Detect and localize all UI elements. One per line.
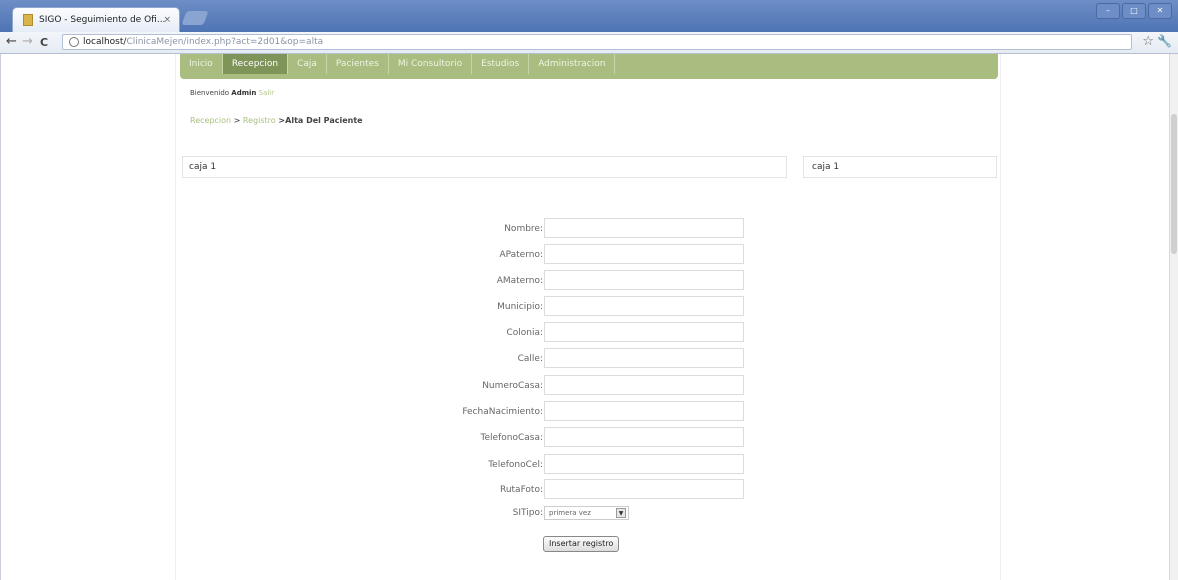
main-menu: Inicio Recepcion Caja Pacientes Mi Consu… xyxy=(180,54,998,79)
page-favicon-icon xyxy=(23,14,33,26)
label-municipio: Municipio: xyxy=(497,302,543,312)
page-info-icon xyxy=(69,37,79,47)
input-fechanacimiento[interactable] xyxy=(544,401,744,421)
input-numerocasa[interactable] xyxy=(544,375,744,395)
url-host: localhost/ xyxy=(83,37,127,47)
tab-close-icon[interactable]: × xyxy=(163,15,171,25)
bookmark-star-icon[interactable]: ☆ xyxy=(1142,34,1154,49)
welcome-line: Bienvenido Admin Salir xyxy=(190,89,274,97)
label-telefonocasa: TelefonoCasa: xyxy=(480,433,543,443)
input-telefonocel[interactable] xyxy=(544,454,744,474)
menu-item-recepcion[interactable]: Recepcion xyxy=(222,54,289,74)
input-calle[interactable] xyxy=(544,348,744,368)
menu-item-caja[interactable]: Caja xyxy=(288,54,327,74)
menu-item-inicio[interactable]: Inicio xyxy=(180,54,223,74)
form-row-nombre: Nombre: xyxy=(176,218,1002,238)
tab-title: SIGO - Seguimiento de Ofi... xyxy=(39,15,166,25)
form-row-apaterno: APaterno: xyxy=(176,244,1002,264)
label-fechanacimiento: FechaNacimiento: xyxy=(462,407,543,417)
breadcrumb-current: >Alta Del Paciente xyxy=(275,116,363,125)
form-row-rutafoto: RutaFoto: xyxy=(176,479,1002,499)
tipo-selected-value: primera vez xyxy=(549,509,591,517)
caja-panel-left: caja 1 xyxy=(182,156,787,178)
wrench-menu-icon[interactable]: 🔧 xyxy=(1157,34,1172,48)
label-telefonocel: TelefonoCel: xyxy=(488,460,543,470)
reload-button[interactable]: C xyxy=(40,36,48,50)
breadcrumb-registro[interactable]: Registro xyxy=(243,116,276,125)
form-row-telefonocasa: TelefonoCasa: xyxy=(176,427,1002,447)
back-button[interactable]: ← xyxy=(6,35,17,49)
breadcrumb-recepcion[interactable]: Recepcion xyxy=(190,116,231,125)
label-amaterno: AMaterno: xyxy=(496,276,543,286)
window-controls: – □ ✕ xyxy=(1096,3,1172,19)
menu-item-estudios[interactable]: Estudios xyxy=(472,54,530,74)
form-row-tipo: SITipo: primera vez ▼ xyxy=(176,502,1002,522)
form-row-municipio: Municipio: xyxy=(176,296,1002,316)
logout-link[interactable]: Salir xyxy=(259,89,275,97)
menu-item-mi-consultorio[interactable]: Mi Consultorio xyxy=(389,54,473,74)
dropdown-arrow-icon[interactable]: ▼ xyxy=(616,508,626,518)
welcome-user: Admin xyxy=(231,89,257,97)
browser-tab[interactable]: SIGO - Seguimiento de Ofi... × xyxy=(12,7,180,32)
input-municipio[interactable] xyxy=(544,296,744,316)
form-row-fechanacimiento: FechaNacimiento: xyxy=(176,401,1002,421)
new-tab-button[interactable] xyxy=(181,11,209,25)
form-row-colonia: Colonia: xyxy=(176,322,1002,342)
forward-button[interactable]: → xyxy=(22,35,33,49)
minimize-button[interactable]: – xyxy=(1096,3,1120,19)
label-tipo: SITipo: xyxy=(512,508,543,518)
menu-item-pacientes[interactable]: Pacientes xyxy=(327,54,389,74)
maximize-button[interactable]: □ xyxy=(1122,3,1146,19)
url-path: ClinicaMejen/index.php?act=2d01&op=alta xyxy=(126,37,324,47)
address-bar[interactable]: localhost/ ClinicaMejen/index.php?act=2d… xyxy=(62,34,1132,50)
label-calle: Calle: xyxy=(517,354,543,364)
tipo-select[interactable]: primera vez ▼ xyxy=(544,506,629,520)
vertical-scrollbar[interactable] xyxy=(1169,54,1178,580)
input-nombre[interactable] xyxy=(544,218,744,238)
page-container: Inicio Recepcion Caja Pacientes Mi Consu… xyxy=(175,54,1001,580)
browser-titlebar: SIGO - Seguimiento de Ofi... × – □ ✕ xyxy=(0,0,1178,32)
input-telefonocasa[interactable] xyxy=(544,427,744,447)
label-colonia: Colonia: xyxy=(506,328,543,338)
form-row-calle: Calle: xyxy=(176,348,1002,368)
label-nombre: Nombre: xyxy=(504,224,543,234)
insert-record-button[interactable]: Insertar registro xyxy=(543,536,620,552)
input-colonia[interactable] xyxy=(544,322,744,342)
input-apaterno[interactable] xyxy=(544,244,744,264)
browser-toolbar: ← → C localhost/ ClinicaMejen/index.php?… xyxy=(0,32,1178,54)
breadcrumb: Recepcion > Registro >Alta Del Paciente xyxy=(190,116,363,125)
close-window-button[interactable]: ✕ xyxy=(1148,3,1172,19)
input-rutafoto[interactable] xyxy=(544,479,744,499)
welcome-prefix: Bienvenido xyxy=(190,89,230,97)
input-amaterno[interactable] xyxy=(544,270,744,290)
breadcrumb-separator: > xyxy=(231,116,243,125)
label-numerocasa: NumeroCasa: xyxy=(482,381,543,391)
caja-panel-right: caja 1 xyxy=(803,156,997,178)
label-apaterno: APaterno: xyxy=(499,250,543,260)
scrollbar-thumb[interactable] xyxy=(1171,114,1177,254)
form-row-telefonocel: TelefonoCel: xyxy=(176,454,1002,474)
form-row-amaterno: AMaterno: xyxy=(176,270,1002,290)
form-row-numerocasa: NumeroCasa: xyxy=(176,375,1002,395)
label-rutafoto: RutaFoto: xyxy=(499,485,543,495)
menu-item-administracion[interactable]: Administracion xyxy=(529,54,616,74)
